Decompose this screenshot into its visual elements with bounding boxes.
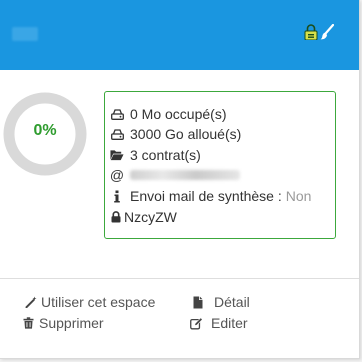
mail-summary-row: Envoi mail de synthèse : Non xyxy=(110,187,311,205)
mail-summary-value: Non xyxy=(285,188,312,204)
space-info-box: 0 Mo occupé(s) 3000 Go alloué(s) 3 contr… xyxy=(104,91,336,239)
folder-open-icon xyxy=(110,148,124,162)
lock-icon xyxy=(110,210,121,224)
delete-button[interactable]: Supprimer xyxy=(22,314,104,332)
contracts-row: 3 contrat(s) xyxy=(110,146,201,164)
usage-percent-label: 0% xyxy=(33,122,57,139)
detail-label: Détail xyxy=(214,294,250,310)
hdd-icon xyxy=(110,127,124,141)
actions-divider xyxy=(0,278,359,279)
use-space-button[interactable]: Utiliser cet espace xyxy=(24,293,155,311)
allocated-storage-row: 3000 Go alloué(s) xyxy=(110,125,241,143)
info-icon xyxy=(110,189,124,203)
contracts-text: 3 contrat(s) xyxy=(130,147,201,163)
space-title xyxy=(12,27,38,41)
email-row: @ xyxy=(110,166,240,184)
edit-icon xyxy=(190,316,203,330)
edit-button[interactable]: Editer xyxy=(190,314,248,332)
email-value xyxy=(130,170,240,180)
card-header xyxy=(0,0,359,70)
at-sign-icon: @ xyxy=(109,167,125,183)
mail-summary-label: Envoi mail de synthèse : xyxy=(130,188,282,204)
hdd-icon xyxy=(110,107,124,121)
delete-label: Supprimer xyxy=(39,315,104,331)
used-storage-row: 0 Mo occupé(s) xyxy=(110,105,226,123)
magic-wand-icon xyxy=(24,296,37,309)
space-code: NzcyZW xyxy=(124,209,177,225)
space-card: 0% 0 Mo occupé(s) 3000 Go alloué(s) 3 co… xyxy=(0,0,360,359)
use-space-label: Utiliser cet espace xyxy=(41,294,156,310)
detail-button[interactable]: Détail xyxy=(191,293,250,311)
file-icon xyxy=(191,296,204,309)
allocated-storage-text: 3000 Go alloué(s) xyxy=(130,126,242,142)
code-row: NzcyZW xyxy=(110,208,177,226)
trash-icon xyxy=(22,317,35,330)
brush-icon[interactable] xyxy=(320,24,334,40)
header-icons xyxy=(304,24,336,40)
used-storage-text: 0 Mo occupé(s) xyxy=(130,106,227,122)
edit-label: Editer xyxy=(211,315,248,331)
lock-badge-icon[interactable] xyxy=(304,24,318,40)
